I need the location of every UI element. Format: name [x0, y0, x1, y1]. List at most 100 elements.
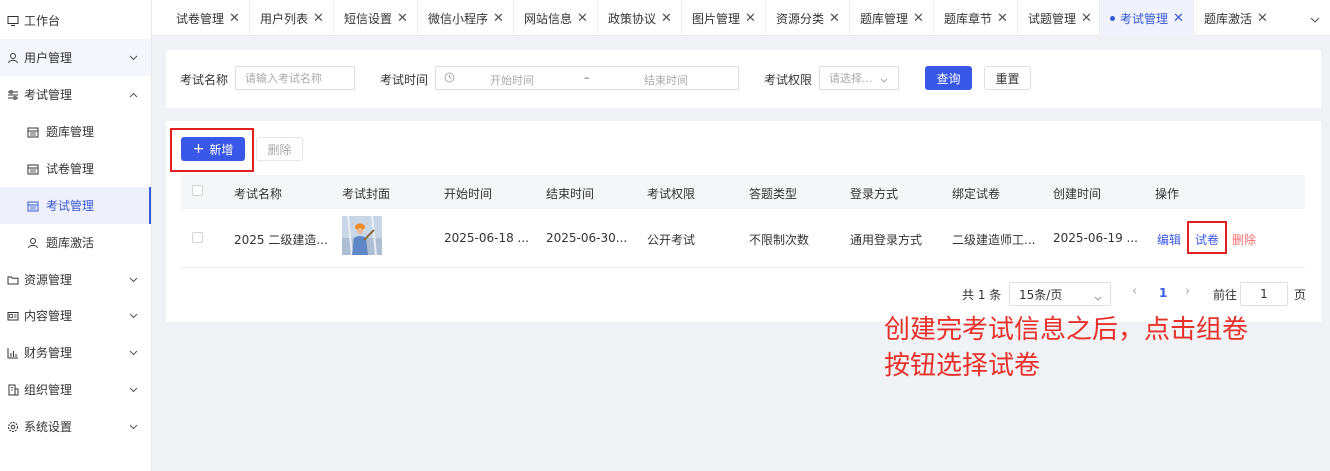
- column-header: 创建时间: [1053, 187, 1102, 201]
- edit-link[interactable]: 编辑: [1157, 231, 1181, 248]
- sidebar-item-label: 题库激活: [46, 236, 95, 250]
- next-page-icon[interactable]: ›: [1185, 284, 1190, 299]
- page-unit: 页: [1294, 288, 1307, 302]
- column-header: 结束时间: [546, 187, 595, 201]
- close-icon[interactable]: ✕: [745, 11, 756, 26]
- tab-user-list[interactable]: 用户列表 ✕: [250, 0, 334, 36]
- start-time-cell: 2025-06-18 ...: [444, 231, 529, 245]
- sidebar-item-exam-management[interactable]: 考试管理: [0, 76, 151, 113]
- bar-chart-icon: [6, 346, 19, 359]
- sidebar-item-label: 内容管理: [24, 309, 73, 323]
- tab-label: 用户列表: [260, 11, 309, 26]
- sidebar-item-paper-management[interactable]: 试卷管理: [0, 150, 151, 187]
- close-icon[interactable]: ✕: [1173, 11, 1184, 26]
- chevron-down-icon: [128, 311, 138, 321]
- goto-label: 前往: [1213, 288, 1238, 302]
- row-checkbox[interactable]: [192, 232, 203, 243]
- close-icon[interactable]: ✕: [829, 11, 840, 26]
- sidebar-item-system-settings[interactable]: 系统设置: [0, 408, 151, 445]
- clock-icon: [444, 72, 455, 86]
- table-header: 考试名称 考试封面 开始时间 结束时间 考试权限 答题类型 登录方式 绑定试卷 …: [181, 175, 1305, 209]
- permission-cell: 公开考试: [647, 233, 696, 247]
- active-dot-icon: [1110, 15, 1115, 21]
- prev-page-icon[interactable]: ‹: [1132, 284, 1137, 299]
- close-icon[interactable]: ✕: [493, 11, 504, 26]
- exam-name-cell: 2025 二级建造...: [234, 233, 328, 247]
- sidebar-item-label: 工作台: [24, 14, 61, 28]
- annotation-line-1: 创建完考试信息之后，点击组卷: [884, 315, 1249, 345]
- chevron-down-icon[interactable]: [1310, 13, 1320, 23]
- tab-image-management[interactable]: 图片管理 ✕: [682, 0, 766, 36]
- start-time-placeholder[interactable]: 开始时间: [490, 72, 534, 88]
- bound-paper-cell: 二级建造师工...: [952, 233, 1036, 247]
- select-all-checkbox[interactable]: [192, 185, 203, 196]
- tab-label: 网站信息: [524, 11, 573, 26]
- sidebar-item-label: 系统设置: [24, 420, 73, 434]
- tab-exam-management[interactable]: 考试管理 ✕: [1100, 0, 1194, 36]
- sidebar-item-label: 用户管理: [24, 51, 73, 65]
- tab-policy[interactable]: 政策协议 ✕: [598, 0, 682, 36]
- column-header: 登录方式: [850, 187, 899, 201]
- tab-label: 题库激活: [1204, 11, 1253, 26]
- close-icon[interactable]: ✕: [661, 11, 672, 26]
- table-row[interactable]: 2025 二级建造... 2025-06-18 ... 2025-06-30..…: [181, 209, 1305, 268]
- chevron-down-icon: [128, 275, 138, 285]
- page-size-select[interactable]: 15条/页: [1009, 282, 1111, 306]
- exam-permission-select[interactable]: 请选择...: [819, 66, 899, 90]
- close-icon[interactable]: ✕: [913, 11, 924, 26]
- tab-resource-category[interactable]: 资源分类 ✕: [766, 0, 850, 36]
- exam-name-input[interactable]: 请输入考试名称: [235, 66, 355, 90]
- exam-time-range-picker[interactable]: 开始时间 – 结束时间: [435, 66, 739, 90]
- current-page[interactable]: 1: [1159, 286, 1167, 300]
- tab-site-info[interactable]: 网站信息 ✕: [514, 0, 598, 36]
- sidebar-item-bank-activation[interactable]: 题库激活: [0, 224, 151, 261]
- column-header: 答题类型: [749, 187, 798, 201]
- delete-link[interactable]: 删除: [1232, 231, 1256, 248]
- sidebar-item-content-management[interactable]: 内容管理: [0, 297, 151, 334]
- exam-cover-image[interactable]: [342, 216, 382, 255]
- id-card-icon: [6, 309, 19, 322]
- tab-wechat-miniprogram[interactable]: 微信小程序 ✕: [418, 0, 514, 36]
- sidebar-item-label: 考试管理: [24, 88, 73, 102]
- sidebar-item-workbench[interactable]: 工作台: [0, 2, 151, 39]
- permission-placeholder: 请选择...: [829, 72, 873, 85]
- close-icon[interactable]: ✕: [313, 11, 324, 26]
- close-icon[interactable]: ✕: [229, 11, 240, 26]
- close-icon[interactable]: ✕: [1081, 11, 1092, 26]
- tab-label: 图片管理: [692, 11, 741, 26]
- batch-delete-button[interactable]: 删除: [256, 137, 303, 161]
- tab-question-bank[interactable]: 题库管理 ✕: [850, 0, 934, 36]
- goto-page-input[interactable]: 1: [1240, 282, 1288, 306]
- close-icon[interactable]: ✕: [997, 11, 1008, 26]
- user-icon: [6, 51, 19, 64]
- close-icon[interactable]: ✕: [1257, 11, 1268, 26]
- close-icon[interactable]: ✕: [397, 11, 408, 26]
- tab-paper-management[interactable]: 试卷管理 ✕: [166, 0, 250, 36]
- tab-label: 考试管理: [1120, 11, 1169, 26]
- login-method-cell: 通用登录方式: [850, 233, 923, 247]
- gear-icon: [6, 420, 19, 433]
- sidebar-item-resource-management[interactable]: 资源管理: [0, 261, 151, 298]
- tab-question-management[interactable]: 试题管理 ✕: [1018, 0, 1100, 36]
- sidebar-item-question-bank[interactable]: 题库管理: [0, 113, 151, 150]
- column-header: 操作: [1155, 187, 1180, 201]
- folder-icon: [6, 273, 19, 286]
- sidebar-item-org-management[interactable]: 组织管理: [0, 371, 151, 408]
- tab-sms-settings[interactable]: 短信设置 ✕: [334, 0, 418, 36]
- column-header: 开始时间: [444, 187, 493, 201]
- sidebar-item-user-management[interactable]: 用户管理: [0, 39, 151, 76]
- end-time-placeholder[interactable]: 结束时间: [644, 72, 688, 88]
- query-button[interactable]: 查询: [925, 66, 972, 90]
- sidebar-item-finance-management[interactable]: 财务管理: [0, 334, 151, 371]
- sidebar-item-label: 财务管理: [24, 346, 73, 360]
- tab-label: 题库章节: [944, 11, 993, 26]
- close-icon[interactable]: ✕: [577, 11, 588, 26]
- total-count: 共 1 条: [962, 288, 1002, 302]
- column-header: 考试封面: [342, 187, 391, 201]
- chevron-down-icon: [128, 53, 138, 63]
- reset-button[interactable]: 重置: [984, 66, 1031, 90]
- tab-label: 试卷管理: [176, 11, 225, 26]
- tab-bank-activation[interactable]: 题库激活 ✕: [1194, 0, 1278, 36]
- tab-bank-chapters[interactable]: 题库章节 ✕: [934, 0, 1018, 36]
- sidebar-item-exam-list[interactable]: 考试管理: [0, 187, 151, 224]
